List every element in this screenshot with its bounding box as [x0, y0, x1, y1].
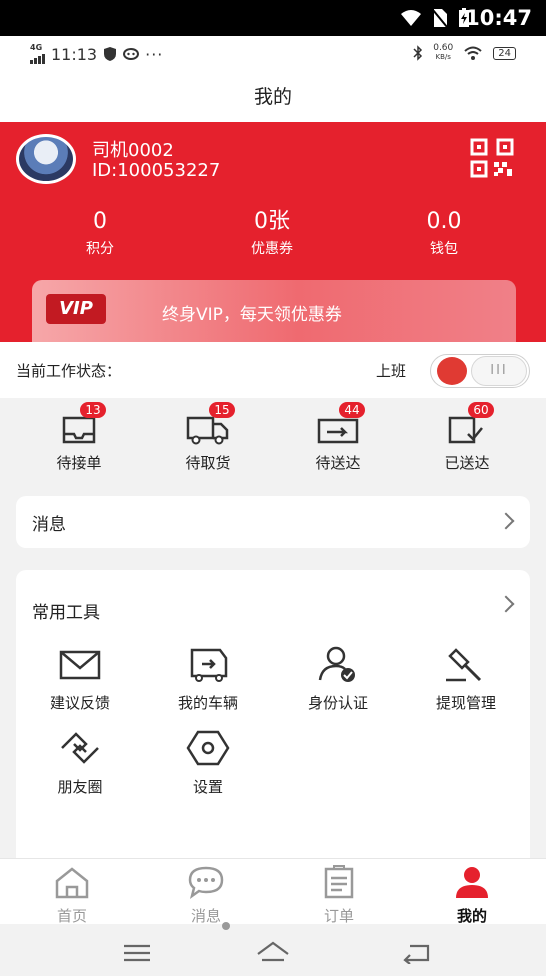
order-delivered[interactable]: 60 已送达	[412, 402, 522, 473]
vip-badge: VIP	[46, 294, 106, 324]
device-clock: 11:13	[51, 44, 98, 64]
avatar[interactable]	[16, 134, 76, 184]
vip-banner[interactable]: VIP 终身VIP，每天领优惠券	[32, 280, 516, 342]
stat-wallet[interactable]: 0.0 钱包	[374, 210, 514, 258]
system-status-icons	[400, 8, 470, 28]
tab-home[interactable]: 首页	[22, 865, 122, 926]
toggle-indicator	[437, 357, 467, 385]
system-clock: 10:47	[465, 6, 532, 30]
page-title: 我的	[0, 72, 546, 122]
messages-title: 消息	[32, 515, 66, 535]
user-id: ID:100053227	[92, 160, 221, 181]
tool-settings[interactable]: 设置	[148, 728, 268, 797]
wifi-icon	[401, 10, 421, 26]
profile-header: 司机0002 ID:100053227 0 积分 0张 优惠券 0.0 钱包 V…	[0, 122, 546, 342]
stat-points[interactable]: 0 积分	[30, 210, 170, 258]
order-count-badge: 15	[209, 402, 235, 418]
toggle-thumb: III	[471, 356, 527, 386]
order-pending-delivery[interactable]: 44 待送达	[283, 402, 393, 473]
page-indicator-dot	[222, 922, 230, 930]
work-status-state: 上班	[376, 362, 407, 380]
stat-coupons[interactable]: 0张 优惠券	[202, 210, 342, 258]
menu-icon[interactable]	[122, 942, 152, 964]
system-status-bar: 10:47	[0, 0, 546, 36]
envelope-icon	[59, 650, 101, 680]
bluetooth-icon	[413, 45, 423, 61]
tool-my-vehicle[interactable]: 我的车辆	[148, 644, 268, 713]
work-status-label: 当前工作状态：	[16, 362, 122, 380]
back-icon[interactable]	[402, 942, 432, 964]
home-icon	[55, 867, 89, 899]
identity-verified-icon	[318, 646, 355, 682]
work-status-toggle[interactable]: III	[430, 354, 530, 388]
tool-withdrawal-management[interactable]: 提现管理	[406, 644, 526, 713]
app-notification-icon	[123, 48, 140, 60]
order-count-badge: 44	[339, 402, 365, 418]
tools-title: 常用工具	[32, 603, 100, 623]
tab-messages[interactable]: 消息	[156, 865, 256, 926]
chevron-right-icon	[497, 512, 515, 530]
wifi-icon	[464, 46, 482, 60]
order-count-badge: 60	[468, 402, 494, 418]
user-icon	[456, 867, 488, 898]
tool-identity-verification[interactable]: 身份认证	[278, 644, 398, 713]
qr-code-icon[interactable]	[470, 138, 514, 178]
order-status-row: 13 待接单 15 待取货 44 待送达 60 已送达	[0, 398, 546, 484]
signal-icon: 4G	[30, 44, 45, 64]
tool-moments[interactable]: 朋友圈	[20, 728, 140, 797]
more-notifications-icon: ···	[145, 44, 164, 64]
battery-icon: 24	[493, 46, 516, 60]
tool-feedback[interactable]: 建议反馈	[20, 644, 140, 713]
no-sim-icon	[432, 9, 448, 28]
handshake-icon	[61, 732, 99, 764]
chat-bubble-icon	[188, 866, 224, 899]
shield-icon	[104, 47, 117, 61]
chevron-right-icon[interactable]	[497, 595, 515, 613]
vehicle-icon	[190, 648, 228, 682]
tab-orders[interactable]: 订单	[289, 865, 389, 926]
order-pending-pickup[interactable]: 15 待取货	[153, 402, 263, 473]
work-status-row: 当前工作状态： 上班 III	[0, 342, 546, 398]
order-count-badge: 13	[80, 402, 106, 418]
net-speed: 0.60 KB/s	[433, 43, 454, 62]
vip-promo-text: 终身VIP，每天领优惠券	[162, 305, 342, 325]
clipboard-icon	[324, 865, 354, 899]
system-navigation-bar	[0, 930, 546, 976]
tab-profile[interactable]: 我的	[422, 865, 522, 926]
settings-hex-icon	[186, 730, 230, 766]
bottom-tab-bar: 首页 消息 订单 我的	[0, 858, 546, 926]
user-name: 司机0002	[92, 140, 174, 161]
messages-entry[interactable]: 消息	[16, 496, 530, 548]
device-status-bar: 4G 11:13 ··· 0.60 KB/s 24	[0, 36, 546, 72]
home-nav-icon[interactable]	[256, 940, 290, 964]
common-tools-card: 常用工具 建议反馈 我的车辆 身份认证 提现管理 朋友圈 设置	[16, 570, 530, 870]
order-pending-accept[interactable]: 13 待接单	[24, 402, 134, 473]
gavel-icon	[446, 648, 482, 682]
